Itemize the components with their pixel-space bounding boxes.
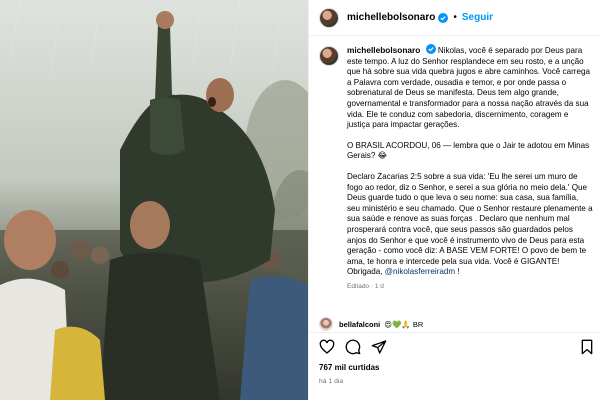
- post-header: michellebolsonaro • Seguir: [309, 0, 600, 36]
- separator-dot: •: [453, 12, 457, 23]
- verified-badge-icon: [438, 12, 449, 23]
- avatar[interactable]: [319, 7, 339, 28]
- post-author-username[interactable]: michellebolsonaro: [347, 12, 435, 23]
- post-time[interactable]: há 1 dia: [319, 378, 343, 385]
- caption-paragraph: michellebolsonaro Nikolas, você é separa…: [347, 44, 593, 131]
- comment-author-username[interactable]: bellafalconi: [339, 320, 380, 329]
- caption-text: Nikolas, você é separado por Deus para e…: [347, 46, 590, 130]
- follow-button[interactable]: Seguir: [462, 12, 493, 23]
- verified-badge-icon: [425, 44, 436, 54]
- caption-paragraph: O BRASIL ACORDOU, 06 — lembra que o Jair…: [347, 140, 590, 161]
- caption-text: Declaro Zacarias 2:5 sobre a sua vida: '…: [347, 171, 593, 277]
- avatar[interactable]: [319, 46, 339, 66]
- post-photo[interactable]: [0, 0, 308, 400]
- post-actions: 767 mil curtidas há 1 dia: [309, 332, 600, 400]
- caption-body: michellebolsonaro Nikolas, você é separa…: [347, 44, 593, 308]
- instagram-post-view: michellebolsonaro • Seguir michellebolso…: [0, 0, 600, 400]
- caption-author-username[interactable]: michellebolsonaro: [347, 45, 420, 55]
- post-caption: michellebolsonaro Nikolas, você é separa…: [319, 44, 595, 308]
- bookmark-icon[interactable]: [579, 339, 595, 355]
- comment-row: bellafalconi 😍💚🙏 BR: [319, 316, 595, 332]
- caption-end: !: [455, 267, 460, 277]
- heart-icon[interactable]: [319, 339, 335, 355]
- post-side-panel: michellebolsonaro • Seguir michellebolso…: [308, 0, 600, 400]
- edited-label: Editado · 1 d: [347, 282, 384, 290]
- mention-link[interactable]: @nikolasferreiradm: [385, 267, 455, 276]
- share-icon[interactable]: [371, 339, 387, 355]
- comment-icon[interactable]: [345, 339, 361, 355]
- caption-paragraph: Declaro Zacarias 2:5 sobre a sua vida: '…: [347, 172, 593, 278]
- post-photo-illustration: [0, 0, 308, 400]
- avatar[interactable]: [319, 317, 333, 331]
- likes-count[interactable]: 767 mil curtidas: [319, 363, 379, 372]
- comment-text: 😍💚🙏 BR: [384, 319, 424, 329]
- action-icons: [319, 339, 387, 355]
